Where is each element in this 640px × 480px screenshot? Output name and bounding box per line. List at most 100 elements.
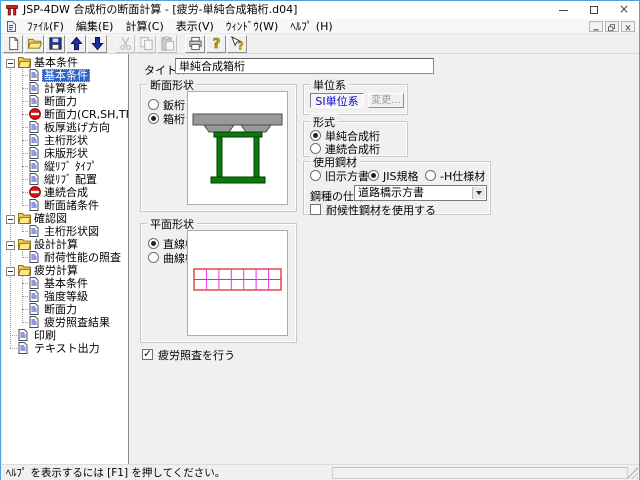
tree-item-確認図[interactable]: 確認図 [3, 212, 128, 225]
tree-item-主桁形状[interactable]: 主桁形状 [3, 134, 128, 147]
radio-icon [310, 170, 321, 181]
radio-icon [148, 113, 159, 124]
tree-item-テキスト出力[interactable]: テキスト出力 [3, 342, 128, 355]
save-button[interactable] [45, 35, 65, 53]
unit-change-button[interactable]: 変更... [368, 93, 404, 108]
title-bar: JSP-4DW 合成桁の断面計算 - [疲労-単純合成箱桁.d04] × [1, 1, 639, 19]
tree-connector-line [22, 205, 28, 206]
tree-connector-line [22, 140, 28, 141]
menu-item[interactable]: ﾍﾙﾌﾟ (H) [284, 19, 338, 34]
menu-item[interactable]: ﾌｧｲﾙ(F) [21, 19, 70, 34]
move-down-button[interactable] [87, 35, 107, 53]
tree-item-label: 縦ﾘﾌﾞ 配置 [42, 173, 99, 186]
tree-item-基本条件[interactable]: 基本条件 [3, 69, 128, 82]
mdi-restore-button[interactable] [605, 21, 619, 32]
tree-connector-line [22, 88, 28, 89]
move-up-button[interactable] [66, 35, 86, 53]
radio-icon [148, 252, 159, 263]
window-title: JSP-4DW 合成桁の断面計算 - [疲労-単純合成箱桁.d04] [23, 1, 297, 19]
tree-connector-line [22, 127, 28, 128]
tree-item-連続合成[interactable]: 連続合成 [3, 186, 128, 199]
tree-expander-collapse[interactable] [6, 266, 15, 275]
tree-item-耐荷性能の照査[interactable]: 耐荷性能の照査 [3, 251, 128, 264]
context-help-button[interactable]: ? [227, 35, 247, 53]
new-file-button[interactable] [3, 35, 23, 53]
radio-plate-girder[interactable]: 鈑桁 [148, 98, 185, 111]
tree-item-label: 印刷 [32, 329, 58, 342]
tree-connector-line [22, 257, 28, 258]
plan-view-image [187, 230, 288, 336]
tree-item-断面力(CR,SH,TF)[interactable]: 断面力(CR,SH,TF) [3, 108, 128, 121]
help-button[interactable]: ? [206, 35, 226, 53]
tree-item-主桁形状図[interactable]: 主桁形状図 [3, 225, 128, 238]
doc-icon [18, 342, 28, 357]
radio-h-spec-material[interactable]: -H仕様材 [425, 169, 485, 182]
tree-item-label: 基本条件 [42, 277, 90, 290]
radio-jis-standard[interactable]: JIS規格 [368, 169, 418, 182]
minimize-button[interactable] [549, 1, 579, 19]
menu-bar: ﾌｧｲﾙ(F)編集(E)計算(C)表示(V)ｳｨﾝﾄﾞｳ(W)ﾍﾙﾌﾟ (H) [1, 19, 639, 34]
checkbox-icon [310, 204, 321, 215]
tree-item-印刷[interactable]: 印刷 [3, 329, 128, 342]
steel-spec-combobox[interactable]: 道路橋示方書 [354, 185, 487, 201]
tree-item-設計計算[interactable]: 設計計算 [3, 238, 128, 251]
toolbar-separator [178, 35, 185, 53]
tree-item-強度等級[interactable]: 強度等級 [3, 290, 128, 303]
mdi-close-icon [622, 23, 634, 32]
combo-dropdown-icon[interactable] [472, 187, 485, 199]
tree-item-断面力[interactable]: 断面力 [3, 95, 128, 108]
app-window: JSP-4DW 合成桁の断面計算 - [疲労-単純合成箱桁.d04] × ﾌｧｲ… [0, 0, 640, 480]
tree-connector-line [22, 283, 28, 284]
girder-type-group: 形式 単純合成桁 連続合成桁 [303, 121, 408, 157]
toolbar: ?? [1, 34, 639, 54]
new-file-icon [6, 36, 21, 51]
tree-item-基本条件[interactable]: 基本条件 [3, 56, 128, 69]
tree-item-縦ﾘﾌﾞ 配置[interactable]: 縦ﾘﾌﾞ 配置 [3, 173, 128, 186]
tree-item-label: 床版形状 [42, 147, 90, 160]
open-folder-icon [27, 36, 42, 51]
paste-icon [160, 36, 175, 51]
move-down-icon [90, 36, 105, 51]
mdi-restore-icon [606, 23, 618, 32]
menu-item[interactable]: ｳｨﾝﾄﾞｳ(W) [220, 19, 284, 34]
tree-item-label: 疲労照査結果 [42, 316, 112, 329]
tree-expander-collapse[interactable] [6, 58, 15, 67]
print-button[interactable] [185, 35, 205, 53]
print-icon [188, 36, 203, 51]
tree-item-基本条件[interactable]: 基本条件 [3, 277, 128, 290]
document-window-icon [6, 21, 17, 32]
tree-item-断面力[interactable]: 断面力 [3, 303, 128, 316]
mdi-minimize-button[interactable] [589, 21, 603, 32]
tree-connector-line [22, 231, 28, 232]
menu-item[interactable]: 編集(E) [70, 19, 120, 34]
tree-item-label: 主桁形状 [42, 134, 90, 147]
tree-item-縦ﾘﾌﾞ ﾀｲﾌﾟ[interactable]: 縦ﾘﾌﾞ ﾀｲﾌﾟ [3, 160, 128, 173]
radio-old-spec[interactable]: 旧示方書 [310, 169, 369, 182]
mdi-close-button[interactable] [621, 21, 635, 32]
fatigue-check[interactable]: 疲労照査を行う [142, 348, 235, 361]
title-input[interactable] [175, 58, 434, 74]
save-icon [48, 36, 63, 51]
radio-icon [310, 143, 321, 154]
menu-item[interactable]: 表示(V) [170, 19, 220, 34]
tree-item-label: 基本条件 [42, 69, 90, 82]
tree-item-断面諸条件[interactable]: 断面諸条件 [3, 199, 128, 212]
maximize-button[interactable] [579, 1, 609, 19]
radio-label: 箱桁 [163, 111, 185, 127]
tree-item-計算条件[interactable]: 計算条件 [3, 82, 128, 95]
tree-expander-collapse[interactable] [6, 214, 15, 223]
tree-expander-collapse[interactable] [6, 240, 15, 249]
radio-box-girder[interactable]: 箱桁 [148, 112, 185, 125]
open-folder-button[interactable] [24, 35, 44, 53]
tree-item-板厚逃げ方向[interactable]: 板厚逃げ方向 [3, 121, 128, 134]
tree-item-床版形状[interactable]: 床版形状 [3, 147, 128, 160]
cut-icon [118, 36, 133, 51]
tree-connector-line [22, 179, 28, 180]
close-button[interactable]: × [609, 1, 639, 19]
svg-text:?: ? [237, 41, 243, 51]
weathering-steel-check[interactable]: 耐候性鋼材を使用する [310, 203, 436, 216]
tree-item-疲労照査結果[interactable]: 疲労照査結果 [3, 316, 128, 329]
menu-item[interactable]: 計算(C) [119, 19, 169, 34]
tree-item-疲労計算[interactable]: 疲労計算 [3, 264, 128, 277]
resize-grip[interactable] [626, 467, 638, 479]
